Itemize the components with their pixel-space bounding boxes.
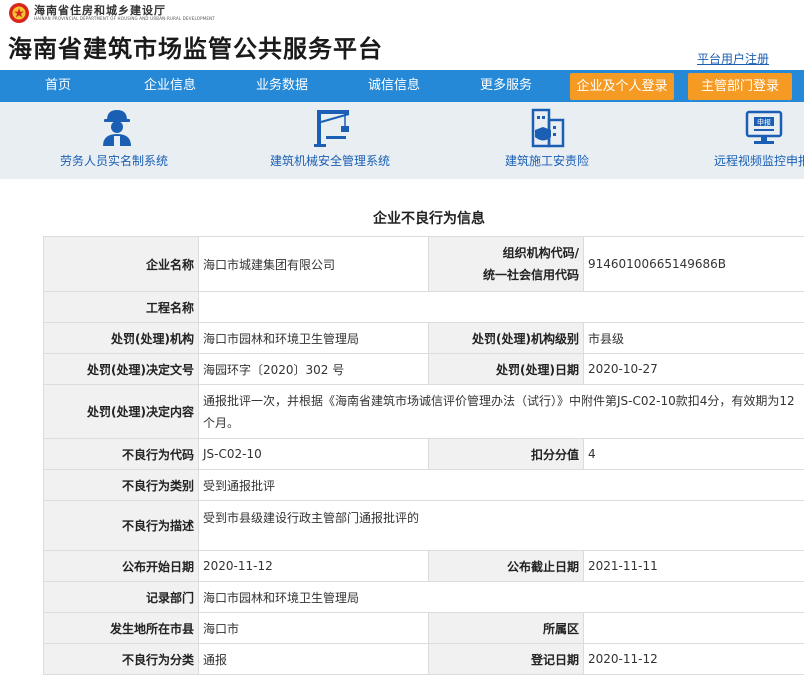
service-machinery-safety[interactable]: 建筑机械安全管理系统 [262, 102, 412, 179]
decision-date-value: 2020-10-27 [583, 353, 804, 385]
table-row: 处罚(处理)决定内容 通报批评一次，并根据《海南省建筑市场诚信评价管理办法（试行… [43, 384, 804, 439]
district-value [583, 612, 804, 644]
register-date-label: 登记日期 [428, 643, 584, 675]
org-code-label: 组织机构代码/ 统一社会信用代码 [428, 236, 584, 292]
bad-behavior-table: 企业名称 海口市城建集团有限公司 组织机构代码/ 统一社会信用代码 914601… [43, 236, 804, 675]
category-value: 通报 [198, 643, 429, 675]
record-dept-value: 海口市园林和环境卫生管理局 [198, 581, 804, 613]
authority-label: 处罚(处理)机构 [43, 322, 199, 354]
table-row: 发生地所在市县 海口市 所属区 [43, 612, 804, 644]
monitor-report-icon: 申报 [745, 110, 783, 144]
decision-date-label: 处罚(处理)日期 [428, 353, 584, 385]
register-date-value: 2020-11-12 [583, 643, 804, 675]
authority-level-value: 市县级 [583, 322, 804, 354]
service-label: 建筑施工安责险 [505, 154, 590, 168]
table-row: 工程名称 [43, 291, 804, 323]
table-row: 公布开始日期 2020-11-12 公布截止日期 2021-11-11 [43, 550, 804, 582]
service-label: 劳务人员实名制系统 [60, 154, 169, 168]
project-name-label: 工程名称 [43, 291, 199, 323]
behavior-code-value: JS-C02-10 [198, 438, 429, 470]
service-band: 劳务人员实名制系统 建筑机械安全管理系统 建筑施工安责险 申报 远程视频监控申报 [0, 102, 804, 179]
behavior-desc-value: 受到市县级建设行政主管部门通报批评的 [198, 500, 804, 551]
table-row: 处罚(处理)决定文号 海园环字〔2020〕302 号 处罚(处理)日期 2020… [43, 353, 804, 385]
behavior-type-label: 不良行为类别 [43, 469, 199, 501]
nav-item-business-data[interactable]: 业务数据 [236, 70, 328, 102]
behavior-desc-label: 不良行为描述 [43, 500, 199, 551]
doc-no-label: 处罚(处理)决定文号 [43, 353, 199, 385]
location-label: 发生地所在市县 [43, 612, 199, 644]
nav-item-home[interactable]: 首页 [12, 70, 104, 102]
site-title: 海南省建筑市场监管公共服务平台 [8, 35, 383, 63]
publish-end-value: 2021-11-11 [583, 550, 804, 582]
department-name-en: HAINAN PROVINCIAL DEPARTMENT OF HOUSING … [34, 16, 215, 21]
service-label: 远程视频监控申报 [714, 154, 804, 168]
page-title: 企业不良行为信息 [373, 211, 485, 227]
org-code-label-line1: 组织机构代码/ [502, 246, 579, 260]
behavior-type-value: 受到通报批评 [198, 469, 804, 501]
decision-content-label: 处罚(处理)决定内容 [43, 384, 199, 439]
table-row: 不良行为类别 受到通报批评 [43, 469, 804, 501]
project-name-value [198, 291, 804, 323]
table-row: 不良行为代码 JS-C02-10 扣分分值 4 [43, 438, 804, 470]
register-link[interactable]: 平台用户注册 [697, 50, 769, 67]
nav-item-more[interactable]: 更多服务 [460, 70, 552, 102]
national-emblem-logo [9, 3, 29, 23]
table-row: 处罚(处理)机构 海口市园林和环境卫生管理局 处罚(处理)机构级别 市县级 [43, 322, 804, 354]
company-name-label: 企业名称 [43, 236, 199, 292]
service-remote-video[interactable]: 申报 远程视频监控申报 [712, 102, 804, 179]
org-code-label-line2: 统一社会信用代码 [482, 268, 579, 282]
publish-start-label: 公布开始日期 [43, 550, 199, 582]
authority-login-button[interactable]: 主管部门登录 [688, 73, 792, 100]
site-header: 海南省住房和城乡建设厅 HAINAN PROVINCIAL DEPARTMENT… [0, 0, 804, 70]
decision-content-value: 通报批评一次，并根据《海南省建筑市场诚信评价管理办法（试行）》中附件第JS-C0… [198, 384, 804, 439]
company-name-value: 海口市城建集团有限公司 [198, 236, 429, 292]
record-dept-label: 记录部门 [43, 581, 199, 613]
enterprise-login-button[interactable]: 企业及个人登录 [570, 73, 674, 100]
service-label: 建筑机械安全管理系统 [270, 154, 391, 168]
authority-level-label: 处罚(处理)机构级别 [428, 322, 584, 354]
district-label: 所属区 [428, 612, 584, 644]
deduction-value: 4 [583, 438, 804, 470]
insurance-building-icon [531, 108, 565, 148]
behavior-code-label: 不良行为代码 [43, 438, 199, 470]
doc-no-value: 海园环字〔2020〕302 号 [198, 353, 429, 385]
service-worker-realname[interactable]: 劳务人员实名制系统 [50, 102, 190, 179]
deduction-label: 扣分分值 [428, 438, 584, 470]
main-nav: 首页 企业信息 业务数据 诚信信息 更多服务 企业及个人登录 主管部门登录 [0, 70, 804, 102]
table-row: 不良行为分类 通报 登记日期 2020-11-12 [43, 643, 804, 675]
authority-value: 海口市园林和环境卫生管理局 [198, 322, 429, 354]
crane-icon [314, 110, 350, 147]
publish-start-value: 2020-11-12 [198, 550, 429, 582]
worker-icon [103, 110, 131, 146]
category-label: 不良行为分类 [43, 643, 199, 675]
svg-text:申报: 申报 [757, 118, 771, 127]
nav-item-credit[interactable]: 诚信信息 [348, 70, 440, 102]
nav-item-enterprise[interactable]: 企业信息 [124, 70, 216, 102]
table-row: 不良行为描述 受到市县级建设行政主管部门通报批评的 [43, 500, 804, 551]
table-row: 企业名称 海口市城建集团有限公司 组织机构代码/ 统一社会信用代码 914601… [43, 236, 804, 292]
org-code-value: 91460100665149686B [583, 236, 804, 292]
publish-end-label: 公布截止日期 [428, 550, 584, 582]
service-construction-insurance[interactable]: 建筑施工安责险 [495, 102, 605, 179]
location-value: 海口市 [198, 612, 429, 644]
table-row: 记录部门 海口市园林和环境卫生管理局 [43, 581, 804, 613]
